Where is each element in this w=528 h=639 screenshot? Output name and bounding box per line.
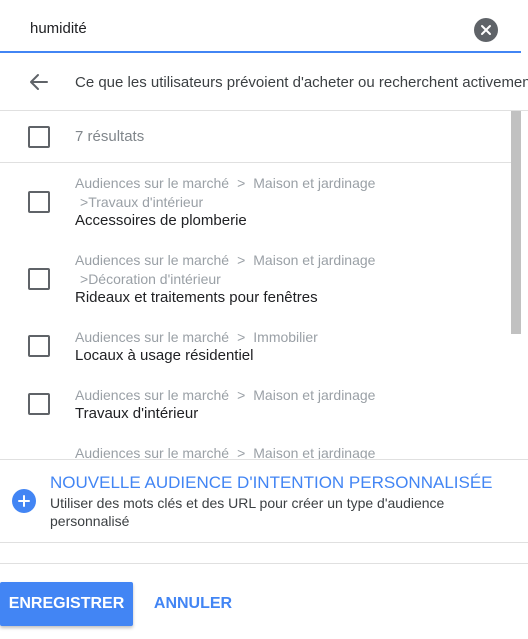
crumb-part: Maison et jardinage [253, 175, 376, 191]
list-item[interactable]: Audiences sur le marché > Maison et jardin… [0, 433, 511, 459]
crumb-separator: > [237, 329, 246, 345]
item-checkbox[interactable] [28, 191, 50, 213]
select-all-checkbox[interactable] [28, 126, 50, 148]
results-list: 7 résultats Audiences sur le marché > Mais… [0, 111, 528, 459]
crumb-part: Travaux d'intérieur [88, 194, 204, 210]
crumb-part: Audiences sur le marché [75, 329, 230, 345]
item-breadcrumb: Audiences sur le marché > Maison et jardin… [75, 175, 375, 191]
crumb-part: Audiences sur le marché [75, 445, 230, 459]
crumb-part: Maison et jardinage [253, 252, 376, 268]
results-count: 7 résultats [75, 128, 145, 145]
add-circle-icon[interactable] [12, 489, 36, 513]
crumb-separator: > [237, 175, 246, 191]
item-breadcrumb-continued: >Décoration d'intérieur [80, 271, 221, 287]
crumb-separator: > [237, 252, 246, 268]
list-item[interactable]: Audiences sur le marché > Maison et jardin… [0, 163, 511, 240]
item-checkbox[interactable] [28, 268, 50, 290]
new-custom-intent-audience[interactable]: NOUVELLE AUDIENCE D'INTENTION PERSONNALI… [0, 459, 528, 543]
item-breadcrumb: Audiences sur le marché > Maison et jardin… [75, 387, 375, 403]
save-button[interactable]: ENREGISTRER [0, 582, 133, 626]
item-checkbox[interactable] [28, 393, 50, 415]
item-checkbox[interactable] [28, 335, 50, 357]
arrow-back-icon[interactable] [27, 70, 51, 94]
crumb-separator: > [80, 194, 89, 210]
dialog-footer: ENREGISTRER ANNULER [0, 563, 528, 639]
clear-search-icon[interactable] [474, 18, 498, 42]
item-title: Travaux d'intérieur [75, 405, 199, 422]
crumb-part: Immobilier [253, 329, 318, 345]
search-bar: humidité [0, 0, 521, 53]
crumb-part: Audiences sur le marché [75, 387, 230, 403]
crumb-part: Audiences sur le marché [75, 175, 230, 191]
list-item[interactable]: Audiences sur le marché > Maison et jardin… [0, 240, 511, 317]
crumb-separator: > [80, 271, 89, 287]
list-item[interactable]: Audiences sur le marché > Immobilier Locau… [0, 317, 511, 375]
item-breadcrumb: Audiences sur le marché > Maison et jardin… [75, 445, 375, 459]
custom-audience-title[interactable]: NOUVELLE AUDIENCE D'INTENTION PERSONNALI… [50, 473, 493, 493]
list-scrollbar[interactable] [511, 111, 521, 334]
crumb-part: Audiences sur le marché [75, 252, 230, 268]
crumb-part: Maison et jardinage [253, 387, 376, 403]
list-item[interactable]: Audiences sur le marché > Maison et jardin… [0, 375, 511, 433]
crumb-separator: > [237, 387, 246, 403]
item-breadcrumb: Audiences sur le marché > Immobilier [75, 329, 318, 345]
item-title: Rideaux et traitements pour fenêtres [75, 289, 318, 306]
crumb-part: Maison et jardinage [253, 445, 376, 459]
category-description: Ce que les utilisateurs prévoient d'ache… [75, 74, 528, 91]
search-input[interactable]: humidité [30, 20, 87, 37]
category-header: Ce que les utilisateurs prévoient d'ache… [0, 53, 528, 111]
item-breadcrumb-continued: >Travaux d'intérieur [80, 194, 203, 210]
custom-audience-description: Utiliser des mots clés et des URL pour c… [50, 495, 445, 529]
results-count-row: 7 résultats [0, 111, 511, 163]
item-breadcrumb: Audiences sur le marché > Maison et jardin… [75, 252, 375, 268]
crumb-part: Décoration d'intérieur [88, 271, 221, 287]
crumb-separator: > [237, 445, 246, 459]
item-title: Accessoires de plomberie [75, 212, 247, 229]
cancel-button[interactable]: ANNULER [143, 582, 243, 626]
item-title: Locaux à usage résidentiel [75, 347, 254, 364]
